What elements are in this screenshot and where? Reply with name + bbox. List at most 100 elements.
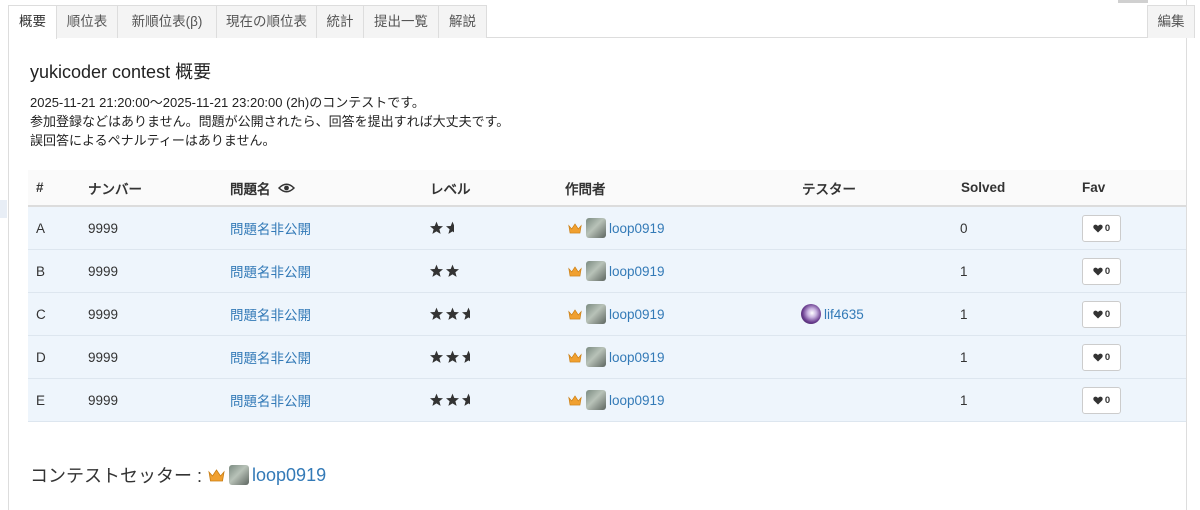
tester-link[interactable]: lif4635 bbox=[824, 307, 864, 322]
notice-line-registration: 参加登録などはありません。問題が公開されたら、回答を提出すれば大丈夫です。 bbox=[30, 114, 510, 129]
star-icon bbox=[430, 264, 443, 277]
header-solved: Solved bbox=[961, 180, 1006, 195]
problem-number: 9999 bbox=[88, 349, 119, 365]
solved-count: 1 bbox=[960, 263, 968, 279]
solved-count: 0 bbox=[960, 220, 968, 236]
table-row: C 9999 問題名非公開 loop0919 lif4635 1 0 bbox=[28, 293, 1186, 336]
level-stars bbox=[429, 350, 470, 364]
problem-index: D bbox=[36, 349, 46, 365]
heart-icon bbox=[1093, 224, 1103, 232]
star-icon bbox=[446, 307, 459, 320]
notice-line-penalty: 誤回答によるペナルティーはありません。 bbox=[30, 133, 276, 148]
scrollbar-track[interactable] bbox=[1186, 0, 1200, 510]
setter-avatar[interactable] bbox=[229, 465, 250, 485]
star-icon bbox=[430, 393, 443, 406]
table-row: B 9999 問題名非公開 loop0919 1 0 bbox=[28, 250, 1186, 293]
author-link[interactable]: loop0919 bbox=[609, 307, 665, 322]
table-row: D 9999 問題名非公開 loop0919 1 0 bbox=[28, 336, 1186, 379]
author-avatar[interactable] bbox=[586, 261, 606, 281]
tab-standings[interactable]: 順位表 bbox=[56, 5, 118, 38]
fav-count: 0 bbox=[1104, 351, 1111, 363]
heart-icon bbox=[1093, 396, 1103, 404]
tab-submissions[interactable]: 提出一覧 bbox=[363, 5, 439, 38]
author-avatar[interactable] bbox=[586, 218, 606, 238]
fav-button[interactable]: 0 bbox=[1082, 386, 1121, 414]
table-header-row: # ナンバー 問題名 レベル 作問者 テスター Solved Fav bbox=[28, 170, 1186, 207]
problem-name-link[interactable]: 問題名非公開 bbox=[230, 218, 311, 238]
half-star-icon bbox=[462, 307, 470, 320]
setter-label: コンテストセッター : bbox=[30, 466, 203, 486]
author-link[interactable]: loop0919 bbox=[609, 221, 665, 236]
half-star-icon bbox=[462, 350, 470, 363]
fav-count: 0 bbox=[1104, 308, 1111, 320]
level-stars bbox=[429, 393, 470, 407]
fav-button[interactable]: 0 bbox=[1082, 214, 1121, 242]
contest-notice: 2025-11-21 21:20:00〜2025-11-21 23:20:00 … bbox=[30, 93, 509, 150]
star-icon bbox=[446, 393, 459, 406]
star-icon bbox=[446, 350, 459, 363]
crown-icon bbox=[568, 308, 582, 320]
top-edge-fragment bbox=[1118, 0, 1148, 3]
header-level: レベル bbox=[430, 181, 471, 197]
problem-name-link[interactable]: 問題名非公開 bbox=[230, 390, 311, 410]
crown-icon bbox=[208, 468, 225, 482]
tab-statistics[interactable]: 統計 bbox=[316, 5, 364, 38]
solved-count: 1 bbox=[960, 306, 968, 322]
star-icon bbox=[446, 264, 459, 277]
crown-icon bbox=[568, 265, 582, 277]
table-row: A 9999 問題名非公開 loop0919 0 0 bbox=[28, 207, 1186, 250]
heart-icon bbox=[1093, 353, 1103, 361]
fav-count: 0 bbox=[1104, 265, 1111, 277]
tab-current-standings[interactable]: 現在の順位表 bbox=[216, 5, 317, 38]
crown-icon bbox=[568, 351, 582, 363]
problem-name-link[interactable]: 問題名非公開 bbox=[230, 261, 311, 281]
crown-icon bbox=[568, 222, 582, 234]
header-name-label: 問題名 bbox=[230, 181, 271, 197]
eye-icon[interactable] bbox=[277, 182, 295, 194]
problem-number: 9999 bbox=[88, 220, 119, 236]
fav-button[interactable]: 0 bbox=[1082, 343, 1121, 371]
solved-count: 1 bbox=[960, 349, 968, 365]
author-link[interactable]: loop0919 bbox=[609, 264, 665, 279]
tab-new-standings[interactable]: 新順位表(β) bbox=[117, 5, 217, 38]
author-avatar[interactable] bbox=[586, 390, 606, 410]
author-link[interactable]: loop0919 bbox=[609, 393, 665, 408]
star-icon bbox=[430, 350, 443, 363]
header-name: 問題名 bbox=[230, 170, 295, 205]
tester-avatar[interactable] bbox=[801, 304, 821, 324]
fav-button[interactable]: 0 bbox=[1082, 257, 1121, 285]
problem-name-link[interactable]: 問題名非公開 bbox=[230, 347, 311, 367]
notice-line-schedule: 2025-11-21 21:20:00〜2025-11-21 23:20:00 … bbox=[30, 95, 425, 110]
table-row: E 9999 問題名非公開 loop0919 1 0 bbox=[28, 379, 1186, 422]
star-icon bbox=[430, 307, 443, 320]
crown-icon bbox=[568, 394, 582, 406]
contest-setter: コンテストセッター : loop0919 bbox=[30, 462, 326, 488]
problem-index: B bbox=[36, 263, 46, 279]
author-avatar[interactable] bbox=[586, 304, 606, 324]
setter-name-link[interactable]: loop0919 bbox=[252, 465, 326, 486]
header-index: # bbox=[36, 180, 44, 195]
left-edge-marker bbox=[0, 200, 7, 218]
problem-index: C bbox=[36, 306, 46, 322]
problem-name-link[interactable]: 問題名非公開 bbox=[230, 304, 311, 324]
header-author: 作問者 bbox=[565, 181, 606, 197]
tab-editorial[interactable]: 解説 bbox=[438, 5, 487, 38]
left-border bbox=[8, 38, 9, 510]
tab-overview[interactable]: 概要 bbox=[8, 5, 57, 39]
fav-button[interactable]: 0 bbox=[1082, 300, 1121, 328]
problem-index: A bbox=[36, 220, 46, 236]
heart-icon bbox=[1093, 267, 1103, 275]
star-icon bbox=[430, 221, 443, 234]
half-star-icon bbox=[446, 221, 454, 234]
fav-count: 0 bbox=[1104, 394, 1111, 406]
problem-index: E bbox=[36, 392, 46, 408]
solved-count: 1 bbox=[960, 392, 968, 408]
author-avatar[interactable] bbox=[586, 347, 606, 367]
author-link[interactable]: loop0919 bbox=[609, 350, 665, 365]
level-stars bbox=[429, 264, 460, 278]
problem-number: 9999 bbox=[88, 306, 119, 322]
problem-number: 9999 bbox=[88, 263, 119, 279]
level-stars bbox=[429, 307, 470, 321]
tab-edit[interactable]: 編集 bbox=[1147, 5, 1195, 38]
header-number: ナンバー bbox=[88, 181, 142, 197]
